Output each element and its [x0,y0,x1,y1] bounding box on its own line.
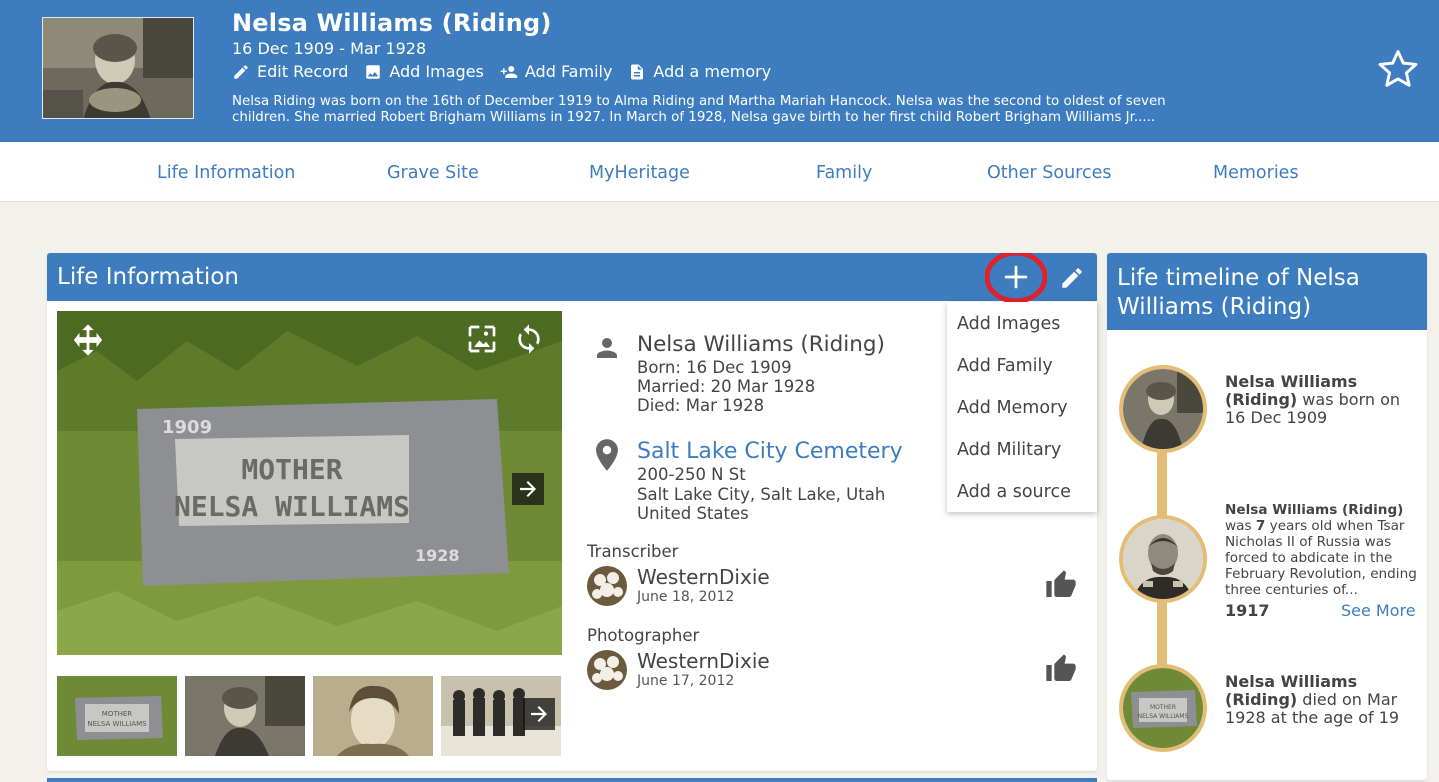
died-date: Died: Mar 1928 [637,396,765,415]
add-button[interactable] [985,253,1047,304]
add-images-link[interactable]: Add Images [364,62,484,81]
thumb-headstone-line2: NELSA WILLIAMS [1138,713,1189,720]
thumbs-up-icon[interactable] [1045,569,1077,601]
cemetery-city: Salt Lake City, Salt Lake, Utah [637,485,886,504]
add-images-label: Add Images [389,62,484,81]
arrow-right-icon [520,481,536,497]
menu-add-family[interactable]: Add Family [957,356,1053,376]
edit-record-label: Edit Record [257,62,349,81]
info-person-name: Nelsa Williams (Riding) [637,332,885,357]
add-family-label: Add Family [524,62,613,81]
thumbs-up-icon[interactable] [1045,653,1077,685]
tab-myheritage[interactable]: MyHeritage [589,163,690,183]
tab-memories[interactable]: Memories [1213,163,1299,183]
card-header: Life Information [47,253,1097,304]
transcriber-label: Transcriber [587,542,679,561]
life-information-card: Life Information 1909 MOTHER NELSA WILLI… [47,253,1097,771]
tab-grave-site[interactable]: Grave Site [387,163,479,183]
timeline-event-birth: Nelsa Williams (Riding) was born on 16 D… [1225,373,1421,427]
edit-record-link[interactable]: Edit Record [232,62,348,81]
thumb-headstone-line1: MOTHER [1150,704,1176,711]
cemetery-street: 200-250 N St [637,465,746,484]
location-pin-icon [596,439,618,471]
bio-line: children. She married Robert Brigham Wil… [232,110,1156,125]
timeline-event-text: years old when Tsar Nicholas II of Russi… [1225,518,1417,598]
fullscreen-image-icon[interactable] [466,323,498,355]
see-more-link[interactable]: See More [1341,601,1416,620]
headstone-year-top: 1909 [162,417,212,438]
timeline-title: Life timeline of Nelsa Williams (Riding) [1117,265,1360,320]
transcriber-date: June 18, 2012 [637,589,735,605]
edit-pencil-icon[interactable] [1059,265,1085,291]
bio-summary: Nelsa Riding was born on the 16th of Dec… [232,94,1232,126]
record-header: Nelsa Williams (Riding) 16 Dec 1909 - Ma… [0,0,1439,142]
life-dates: 16 Dec 1909 - Mar 1928 [232,39,427,58]
next-thumbnails-button[interactable] [523,698,555,730]
headstone-year-bottom: 1928 [415,546,460,565]
timeline-event-year: 1917 [1225,601,1270,620]
timeline-event-age: 7 [1255,518,1266,534]
tab-other-sources[interactable]: Other Sources [987,163,1111,183]
timeline-photo-death[interactable]: MOTHER NELSA WILLIAMS [1119,664,1207,752]
image-icon [366,64,381,79]
pencil-icon [234,64,248,79]
move-arrows-icon[interactable] [71,323,105,357]
add-family-icon [500,65,518,78]
thumbnail-portrait[interactable] [313,676,433,756]
photographer-name[interactable]: WesternDixie [637,649,770,673]
document-icon [631,64,644,79]
transcriber-avatar[interactable] [587,566,627,606]
add-dropdown-menu: Add Images Add Family Add Memory Add Mil… [947,302,1097,512]
profile-photo[interactable] [42,17,194,119]
bio-line: Nelsa Riding was born on the 16th of Dec… [232,94,1166,109]
timeline-photo-birth[interactable] [1119,365,1207,453]
timeline-event-death: Nelsa Williams (Riding) died on Mar 1928… [1225,673,1421,727]
card-title: Life Information [57,264,239,290]
headstone-line2: NELSA WILLIAMS [174,490,410,523]
menu-add-memory[interactable]: Add Memory [957,398,1068,418]
add-family-link[interactable]: Add Family [500,62,613,81]
arrow-right-icon [531,706,547,722]
headstone-photo[interactable]: 1909 MOTHER NELSA WILLIAMS 1928 [57,311,562,655]
timeline-event-name: Nelsa Williams (Riding) [1225,502,1404,518]
photographer-avatar[interactable] [587,650,627,690]
life-timeline-card: Life timeline of Nelsa Williams (Riding)… [1107,253,1427,780]
timeline-header: Life timeline of Nelsa Williams (Riding) [1107,253,1427,330]
thumb-headstone-line2: NELSA WILLIAMS [87,720,147,728]
tab-life-information[interactable]: Life Information [157,163,295,183]
transcriber-name[interactable]: WesternDixie [637,565,770,589]
thumb-headstone-line1: MOTHER [102,710,133,718]
timeline-photo-event[interactable] [1119,515,1207,603]
born-date: Born: 16 Dec 1909 [637,358,792,377]
menu-add-military[interactable]: Add Military [957,440,1061,460]
headstone-line1: MOTHER [241,453,342,486]
menu-add-images[interactable]: Add Images [957,314,1060,334]
next-card-edge [47,778,1097,782]
section-nav: Life Information Grave Site MyHeritage F… [0,142,1439,202]
timeline-event-was: was [1225,518,1252,534]
person-name: Nelsa Williams (Riding) [232,9,552,37]
cemetery-country: United States [637,504,749,523]
married-date: Married: 20 Mar 1928 [637,377,816,396]
menu-add-source[interactable]: Add a source [957,482,1071,502]
thumbnail-child-photo[interactable] [185,676,305,756]
cemetery-link[interactable]: Salt Lake City Cemetery [637,439,903,464]
next-photo-button[interactable] [512,473,544,505]
tab-family[interactable]: Family [816,163,872,183]
header-actions: Edit Record Add Images Add Family Add a … [232,62,771,81]
add-memory-link[interactable]: Add a memory [628,62,771,81]
photographer-label: Photographer [587,626,700,645]
photographer-date: June 17, 2012 [637,673,735,689]
star-outline-icon[interactable] [1376,47,1420,91]
timeline-event-history: Nelsa Williams (Riding) was 7 years old … [1225,502,1421,598]
add-memory-label: Add a memory [653,62,772,81]
person-icon [597,338,617,358]
rotate-icon[interactable] [513,323,545,355]
photo-thumbnails: MOTHER NELSA WILLIAMS [57,676,562,756]
thumbnail-headstone[interactable]: MOTHER NELSA WILLIAMS [57,676,177,756]
